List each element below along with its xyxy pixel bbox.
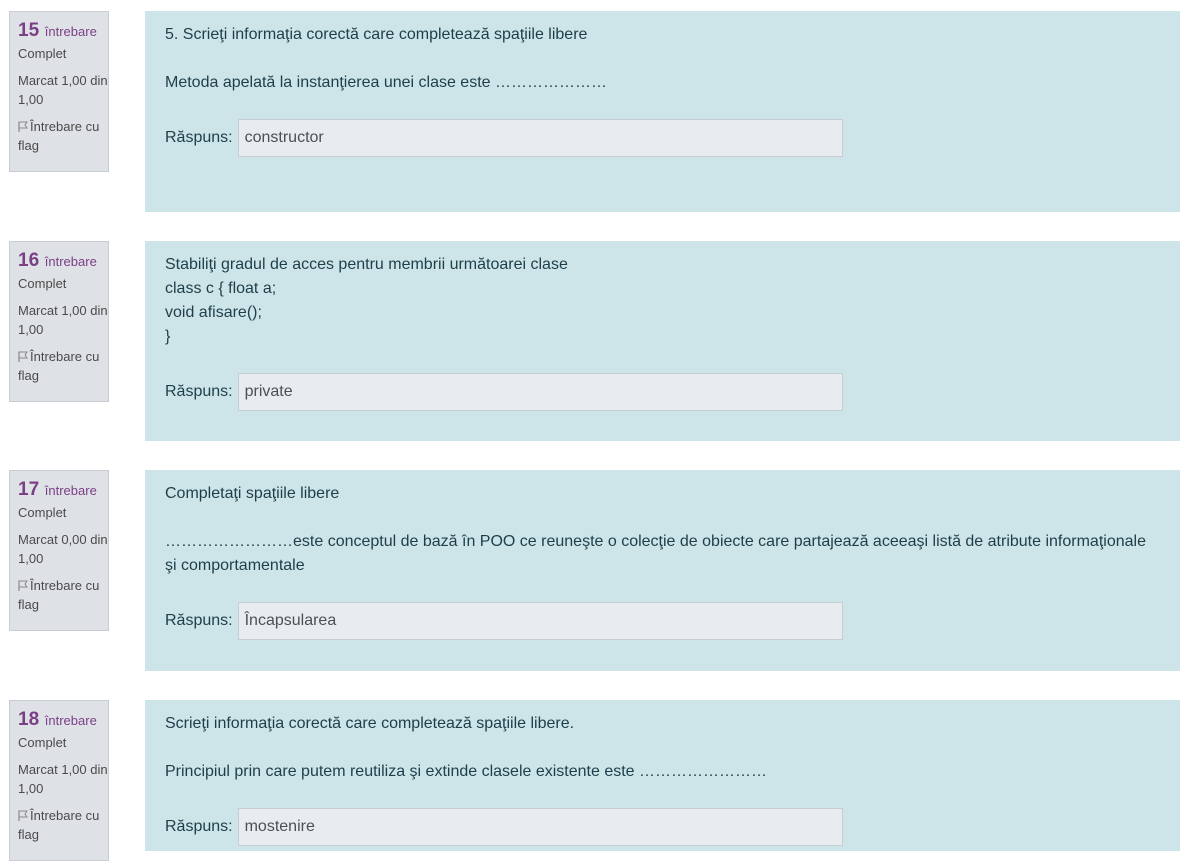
question-info: 17 întrebare Complet Marcat 0,00 din 1,0…	[9, 470, 109, 631]
question-number-value: 16	[18, 250, 40, 271]
flag-question-button[interactable]: Întrebare cu flag	[18, 806, 108, 844]
flag-icon	[18, 580, 28, 591]
question-number: 15 întrebare	[18, 20, 108, 44]
answer-label: Răspuns:	[165, 818, 233, 835]
question-content: 5. Scrieţi informaţia corectă care compl…	[145, 11, 1180, 212]
question-number: 16 întrebare	[18, 250, 108, 274]
question-text-line: }	[165, 328, 171, 345]
question-text-line: 5. Scrieţi informaţia corectă care compl…	[165, 26, 588, 43]
answer-label: Răspuns:	[165, 612, 233, 629]
question-number-label: întrebare	[44, 254, 97, 269]
flag-question-button[interactable]: Întrebare cu flag	[18, 347, 108, 385]
flag-icon	[18, 810, 28, 821]
question-content: Completaţi spaţiile libere ……………………este …	[145, 470, 1180, 671]
question-state: Complet	[18, 735, 67, 750]
question-number-label: întrebare	[44, 713, 97, 728]
question-grade: Marcat 1,00 din 1,00	[18, 73, 108, 107]
question-number-label: întrebare	[44, 483, 97, 498]
answer-row: Răspuns: mostenire	[165, 808, 843, 846]
flag-label: Întrebare cu flag	[18, 808, 100, 842]
answer-label: Răspuns:	[165, 383, 233, 400]
flag-icon	[18, 121, 28, 132]
flag-label: Întrebare cu flag	[18, 349, 100, 383]
answer-input[interactable]: private	[237, 373, 843, 411]
answer-input[interactable]: Încapsularea	[237, 602, 843, 640]
question-text-line: Metoda apelată la instanţierea unei clas…	[165, 74, 607, 91]
answer-input[interactable]: constructor	[237, 119, 843, 157]
question-text-line: void afisare();	[165, 304, 262, 321]
question-text: Completaţi spaţiile libere ……………………este …	[165, 482, 1160, 578]
question-number: 18 întrebare	[18, 709, 108, 733]
question-state: Complet	[18, 276, 67, 291]
question-text-line: ……………………este conceptul de bază în POO ce…	[165, 533, 1146, 574]
flag-icon	[18, 351, 28, 362]
question-text-line: Stabiliţi gradul de acces pentru membrii…	[165, 256, 568, 273]
flag-label: Întrebare cu flag	[18, 119, 100, 153]
flag-question-button[interactable]: Întrebare cu flag	[18, 576, 108, 614]
question-info: 15 întrebare Complet Marcat 1,00 din 1,0…	[9, 11, 109, 172]
question-grade: Marcat 1,00 din 1,00	[18, 762, 108, 796]
answer-input[interactable]: mostenire	[237, 808, 843, 846]
question-state: Complet	[18, 46, 67, 61]
question-info: 18 întrebare Complet Marcat 1,00 din 1,0…	[9, 700, 109, 861]
question-number-value: 18	[18, 709, 40, 730]
question-text: Scrieţi informaţia corectă care complete…	[165, 712, 1160, 784]
question-number-label: întrebare	[44, 24, 97, 39]
question-content: Stabiliţi gradul de acces pentru membrii…	[145, 241, 1180, 441]
question-content: Scrieţi informaţia corectă care complete…	[145, 700, 1180, 851]
question-number-value: 15	[18, 20, 40, 41]
question-grade: Marcat 0,00 din 1,00	[18, 532, 108, 566]
question-info: 16 întrebare Complet Marcat 1,00 din 1,0…	[9, 241, 109, 402]
question-text-line: Scrieţi informaţia corectă care complete…	[165, 715, 575, 732]
question-text-line: class c { float a;	[165, 280, 277, 297]
question-number-value: 17	[18, 479, 40, 500]
answer-row: Răspuns: Încapsularea	[165, 602, 843, 640]
answer-row: Răspuns: constructor	[165, 119, 843, 157]
question-text-line: Principiul prin care putem reutiliza şi …	[165, 763, 768, 780]
question-text-line: Completaţi spaţiile libere	[165, 485, 340, 502]
question-state: Complet	[18, 505, 67, 520]
answer-label: Răspuns:	[165, 129, 233, 146]
question-text: 5. Scrieţi informaţia corectă care compl…	[165, 23, 1160, 95]
question-number: 17 întrebare	[18, 479, 108, 503]
question-grade: Marcat 1,00 din 1,00	[18, 303, 108, 337]
answer-row: Răspuns: private	[165, 373, 843, 411]
flag-label: Întrebare cu flag	[18, 578, 100, 612]
flag-question-button[interactable]: Întrebare cu flag	[18, 117, 108, 155]
question-text: Stabiliţi gradul de acces pentru membrii…	[165, 253, 1160, 349]
